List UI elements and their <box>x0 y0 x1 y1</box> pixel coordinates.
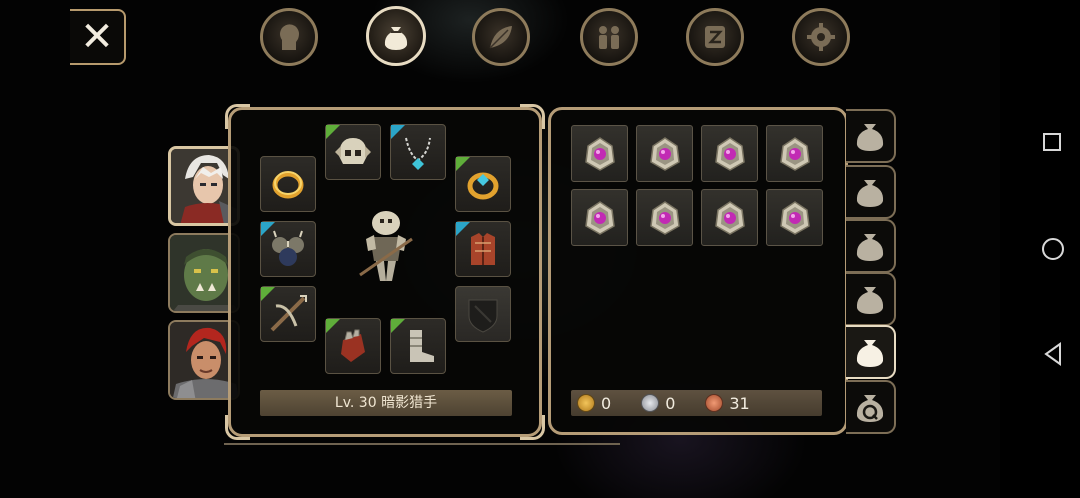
tab-inventory[interactable] <box>366 6 426 66</box>
head-icon <box>280 24 299 50</box>
rarity-tag <box>326 319 340 333</box>
bag-icon <box>856 124 884 151</box>
panel-corner <box>225 415 250 440</box>
currency-bar: 0 0 31 <box>571 390 822 416</box>
bag-icon <box>856 340 884 367</box>
shoulder-slot[interactable] <box>260 221 316 277</box>
bag-icon <box>856 287 884 314</box>
close-icon: ✕ <box>80 14 114 60</box>
bag-icon <box>856 234 884 261</box>
bag-tab-3[interactable] <box>846 219 896 273</box>
panel-corner <box>520 104 545 129</box>
people-icon <box>599 26 619 49</box>
recent-apps-button[interactable] <box>1043 133 1061 151</box>
gold-coin-icon <box>577 394 595 412</box>
weapon-slot[interactable] <box>260 286 316 342</box>
rarity-tag <box>456 157 470 171</box>
tab-character[interactable] <box>260 8 318 66</box>
home-button[interactable] <box>1042 238 1064 260</box>
silver-coin-icon <box>641 394 660 412</box>
orb-relic-icon <box>584 200 615 235</box>
inventory-slot[interactable] <box>636 125 693 182</box>
rarity-tag <box>326 125 340 139</box>
inventory-slot[interactable] <box>571 125 628 182</box>
orb-relic-icon <box>779 200 810 235</box>
armor-slot[interactable] <box>455 221 511 277</box>
gold-amount: 0 <box>601 393 612 413</box>
quest-bag-tab[interactable] <box>846 380 896 434</box>
inventory-slot[interactable] <box>701 125 758 182</box>
inventory-slot[interactable] <box>766 125 823 182</box>
bag-tab-2[interactable] <box>846 165 896 219</box>
ring-slot-left[interactable] <box>260 156 316 212</box>
bag-tab-5[interactable] <box>846 325 896 379</box>
gear-icon <box>807 23 835 51</box>
orb-relic-icon <box>649 200 680 235</box>
orb-relic-icon <box>649 136 680 171</box>
gloves-slot[interactable] <box>325 318 381 374</box>
rarity-tag <box>261 287 275 301</box>
divider-line <box>224 443 620 445</box>
rarity-tag <box>456 222 470 236</box>
close-button[interactable]: ✕ <box>70 9 126 65</box>
orb-relic-icon <box>714 200 745 235</box>
necklace-slot[interactable] <box>390 124 446 180</box>
rarity-tag <box>391 125 405 139</box>
bag-icon <box>384 27 408 50</box>
leaf-icon <box>489 26 512 49</box>
character-level-label: Lv. 30 暗影猎手 <box>260 390 512 416</box>
bag-tab-1[interactable] <box>846 109 896 163</box>
orb-relic-icon <box>779 136 810 171</box>
orb-relic-icon <box>584 136 615 171</box>
tab-party[interactable] <box>580 8 638 66</box>
inventory-slot[interactable] <box>636 189 693 246</box>
silver-amount: 0 <box>665 393 676 413</box>
tab-settings[interactable] <box>792 8 850 66</box>
boots-slot[interactable] <box>390 318 446 374</box>
tab-quests[interactable] <box>686 8 744 66</box>
tab-skills[interactable] <box>472 8 530 66</box>
orb-relic-icon <box>714 136 745 171</box>
rarity-tag <box>391 319 405 333</box>
rarity-tag <box>261 222 275 236</box>
inventory-slot[interactable] <box>571 189 628 246</box>
scroll-icon <box>705 26 725 48</box>
character-preview <box>359 211 413 281</box>
ring-slot-right[interactable] <box>455 156 511 212</box>
panel-corner <box>520 415 545 440</box>
inventory-slot[interactable] <box>701 189 758 246</box>
gold-ring-icon <box>272 171 304 199</box>
copper-amount: 31 <box>729 393 750 413</box>
shield-slot[interactable] <box>455 286 511 342</box>
copper-coin-icon <box>705 394 724 412</box>
bag-tab-4[interactable] <box>846 272 896 326</box>
quest-bag-icon <box>856 395 884 422</box>
bag-icon <box>856 180 884 207</box>
back-button[interactable] <box>1042 342 1064 366</box>
inventory-slot[interactable] <box>766 189 823 246</box>
panel-corner <box>225 104 250 129</box>
empty-shield-icon <box>468 299 498 333</box>
helmet-slot[interactable] <box>325 124 381 180</box>
